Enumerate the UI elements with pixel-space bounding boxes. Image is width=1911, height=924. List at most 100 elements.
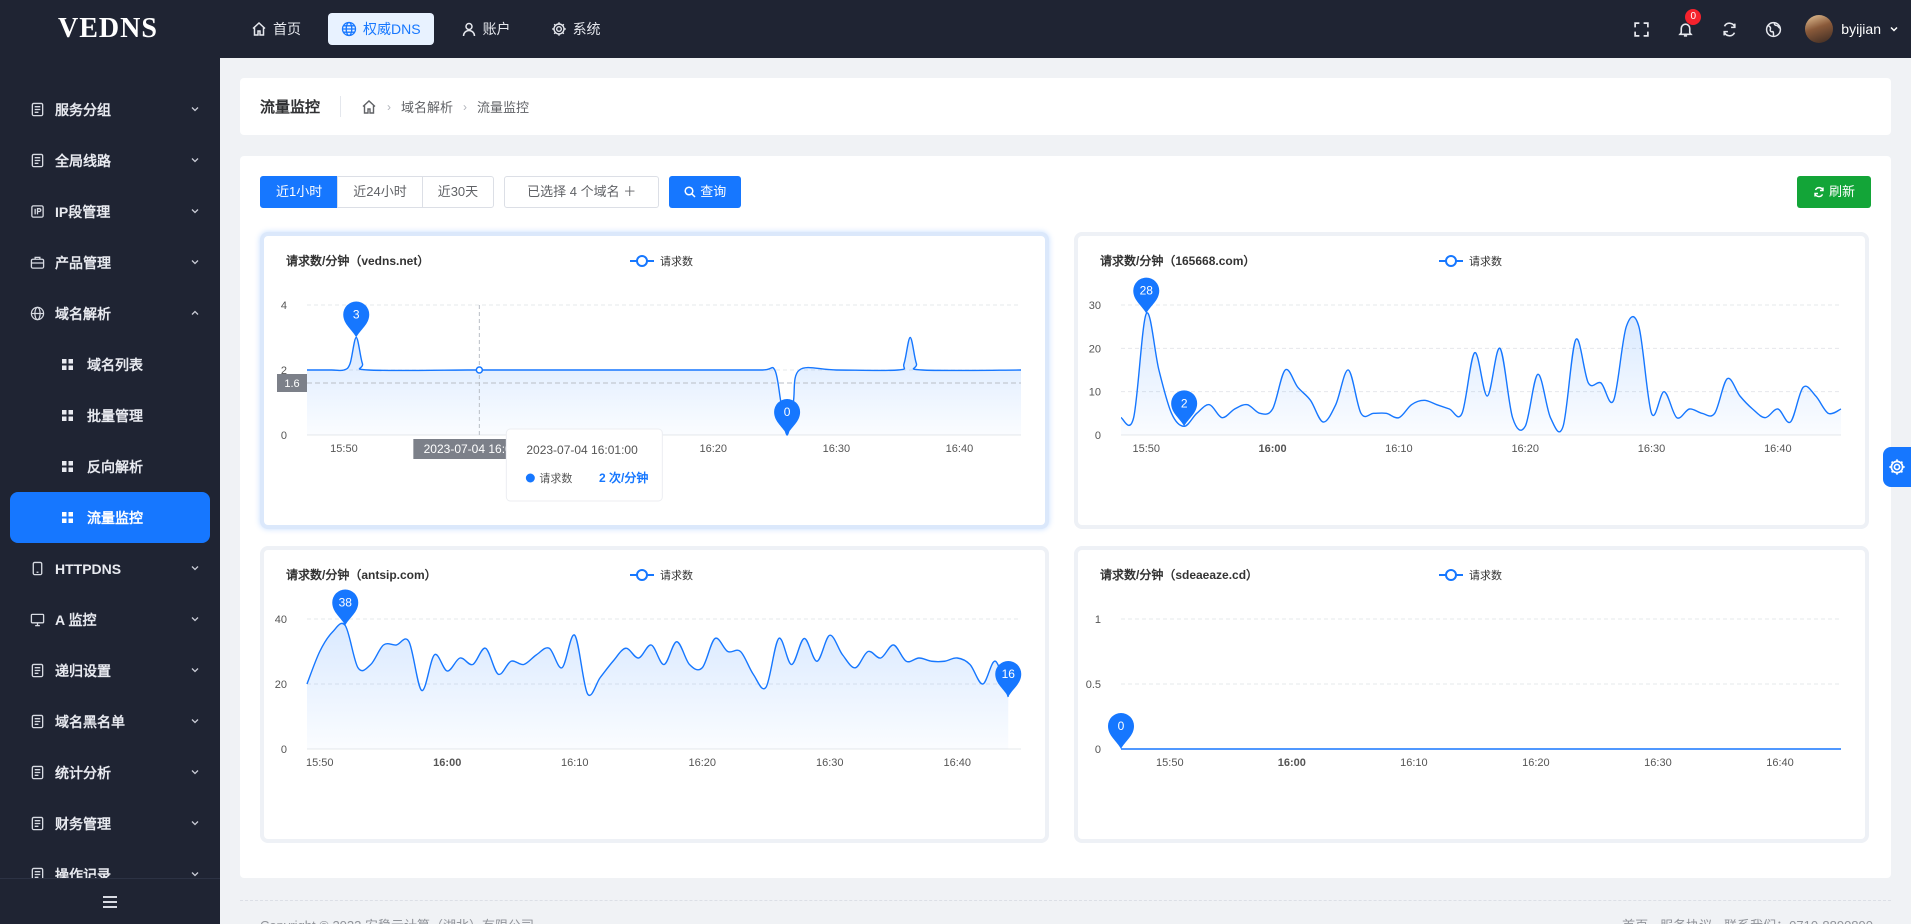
- nav-home-label: 首页: [273, 21, 301, 37]
- breadcrumb-item: 流量监控: [477, 100, 530, 115]
- tooltip-value: 2 次/分钟: [599, 470, 648, 485]
- sidebar-item-label: 全局线路: [55, 152, 111, 169]
- sidebar-subitem-batch[interactable]: 批量管理: [10, 390, 210, 441]
- chevron-down-icon: [191, 719, 199, 724]
- notification-button[interactable]: 0: [1663, 0, 1707, 58]
- sidebar-item-service-group[interactable]: 服务分组: [0, 84, 220, 135]
- sidebar-subitem-reverse[interactable]: 反向解析: [10, 441, 210, 492]
- range-24h-button[interactable]: 近24小时: [337, 176, 423, 208]
- range-1h-button[interactable]: 近1小时: [260, 176, 339, 208]
- domain-select[interactable]: 已选择 4 个域名 ＋: [504, 176, 660, 208]
- breadcrumb-bar: 流量监控 › 域名解析 › 流量监控: [240, 78, 1891, 135]
- sidebar-item-finance[interactable]: 财务管理: [0, 798, 220, 849]
- grid-icon: [62, 461, 73, 472]
- nav-authoritative-dns[interactable]: 权威DNS: [328, 13, 434, 45]
- chart-card-vedns[interactable]: 请求数/分钟（vedns.net）请求数02415:5016:0016:1016…: [260, 232, 1049, 529]
- top-bar: VEDNS 首页 权威DNS 账户 系统 0 byijian: [0, 0, 1911, 58]
- x-tick-label: 16:10: [1385, 443, 1413, 455]
- settings-fab[interactable]: [1883, 447, 1911, 487]
- sidebar-subitem-traffic-monitor[interactable]: 流量监控: [10, 492, 210, 543]
- home-icon[interactable]: [361, 99, 377, 115]
- x-tick-label: 16:30: [823, 443, 851, 455]
- y-tick-label: 4: [281, 300, 287, 312]
- sidebar-subitem-domain-list[interactable]: 域名列表: [10, 339, 210, 390]
- notification-badge: 0: [1685, 9, 1702, 25]
- nav-system-label: 系统: [572, 21, 601, 37]
- sidebar-item-label: 域名黑名单: [55, 713, 125, 730]
- data-label: 3: [353, 308, 360, 322]
- range-30d-button[interactable]: 近30天: [421, 176, 495, 208]
- series-area: [307, 623, 1009, 749]
- sidebar-item-recursion[interactable]: 递归设置: [0, 645, 220, 696]
- nav-home[interactable]: 首页: [238, 13, 314, 45]
- data-label: 0: [784, 405, 791, 419]
- breadcrumb-item[interactable]: 域名解析: [401, 97, 453, 116]
- briefcase-icon: [30, 256, 45, 269]
- refresh-button[interactable]: 刷新: [1796, 176, 1871, 208]
- fullscreen-button[interactable]: [1619, 0, 1663, 58]
- x-tick-label: 15:50: [306, 757, 334, 769]
- chevron-down-icon: [191, 770, 199, 775]
- language-button[interactable]: [1751, 0, 1795, 58]
- chevron-down-icon: [191, 821, 199, 826]
- nav-system[interactable]: 系统: [538, 13, 614, 45]
- grid-icon: [62, 410, 73, 421]
- reload-button[interactable]: [1707, 0, 1751, 58]
- x-tick-label: 16:30: [1644, 757, 1672, 769]
- y-tick-label: 10: [1089, 387, 1101, 399]
- nav-account[interactable]: 账户: [448, 13, 524, 45]
- chevron-down-icon: [191, 209, 199, 214]
- legend-marker: [636, 569, 648, 581]
- x-tick-label: 16:40: [1766, 757, 1794, 769]
- footer-link[interactable]: 服务协议: [1660, 915, 1712, 924]
- grid-icon: [62, 512, 73, 523]
- legend-label: 请求数: [660, 569, 693, 582]
- document-icon: [31, 765, 44, 780]
- breadcrumb-separator: ›: [463, 99, 468, 114]
- logo[interactable]: VEDNS: [0, 13, 216, 45]
- chart-card-antsip[interactable]: 请求数/分钟（antsip.com） 请求数 0 20 40 15:50 16:00 16:1…: [260, 546, 1049, 843]
- x-tick-label: 16:40: [943, 757, 971, 769]
- chart-title: 请求数/分钟（antsip.com）: [286, 567, 437, 582]
- sidebar-item-httpdns[interactable]: HTTPDNS: [0, 543, 220, 594]
- user-menu[interactable]: byijian: [1795, 15, 1911, 43]
- x-tick-label: 16:00: [1278, 757, 1306, 769]
- y-tick-label: 40: [275, 614, 287, 626]
- sidebar-menu: 服务分组 全局线路 IP段管理 产品管理 域名解析 域名列表 批量管理 反向解析…: [0, 58, 220, 900]
- x-tick-label: 15:50: [330, 443, 358, 455]
- breadcrumb-separator: ›: [387, 99, 392, 114]
- chevron-down-icon: [191, 260, 199, 265]
- x-tick-label: 15:50: [1132, 443, 1160, 455]
- y-tick-label: 1: [1095, 614, 1101, 626]
- grid-icon: [62, 359, 73, 370]
- sidebar-item-domain-resolution[interactable]: 域名解析: [0, 288, 220, 339]
- sidebar-subitem-label: 反向解析: [87, 458, 143, 475]
- document-icon: [31, 153, 44, 168]
- sidebar-item-a-monitor[interactable]: A 监控: [0, 594, 220, 645]
- data-label: 38: [339, 596, 353, 610]
- document-icon: [31, 714, 44, 729]
- fullscreen-icon: [1634, 21, 1649, 37]
- refresh-button-label: 刷新: [1828, 184, 1855, 199]
- chevron-down-icon: [1890, 26, 1898, 32]
- sidebar-item-blacklist[interactable]: 域名黑名单: [0, 696, 220, 747]
- sidebar-item-products[interactable]: 产品管理: [0, 237, 220, 288]
- sidebar-item-ip-segments[interactable]: IP段管理: [0, 186, 220, 237]
- avatar: [1805, 15, 1834, 43]
- chart-card-165668[interactable]: 请求数/分钟（165668.com） 请求数 0 10 20 30 15:50 16:00 16…: [1074, 232, 1869, 529]
- footer-link[interactable]: 首页: [1622, 915, 1648, 924]
- sidebar-collapse-button[interactable]: [0, 878, 220, 924]
- footer-link[interactable]: 联系我们：0710-8890890: [1724, 915, 1873, 924]
- sidebar-item-label: 域名解析: [55, 305, 111, 322]
- document-icon: [31, 663, 44, 678]
- x-tick-label: 16:40: [1764, 443, 1792, 455]
- sidebar-item-label: 产品管理: [55, 254, 111, 271]
- query-button[interactable]: 查询: [669, 176, 742, 208]
- tooltip-time: 2023-07-04 16:01:00: [526, 443, 638, 457]
- sidebar-item-global-lines[interactable]: 全局线路: [0, 135, 220, 186]
- x-tick-label: 16:20: [688, 757, 716, 769]
- sidebar-item-statistics[interactable]: 统计分析: [0, 747, 220, 798]
- chart-card-sdeaeaze[interactable]: 请求数/分钟（sdeaeaze.cd） 请求数 0 0.5 1 15:50 16:00 16:…: [1074, 546, 1869, 843]
- globe-icon: [30, 306, 45, 321]
- x-tick-label: 16:20: [1511, 443, 1539, 455]
